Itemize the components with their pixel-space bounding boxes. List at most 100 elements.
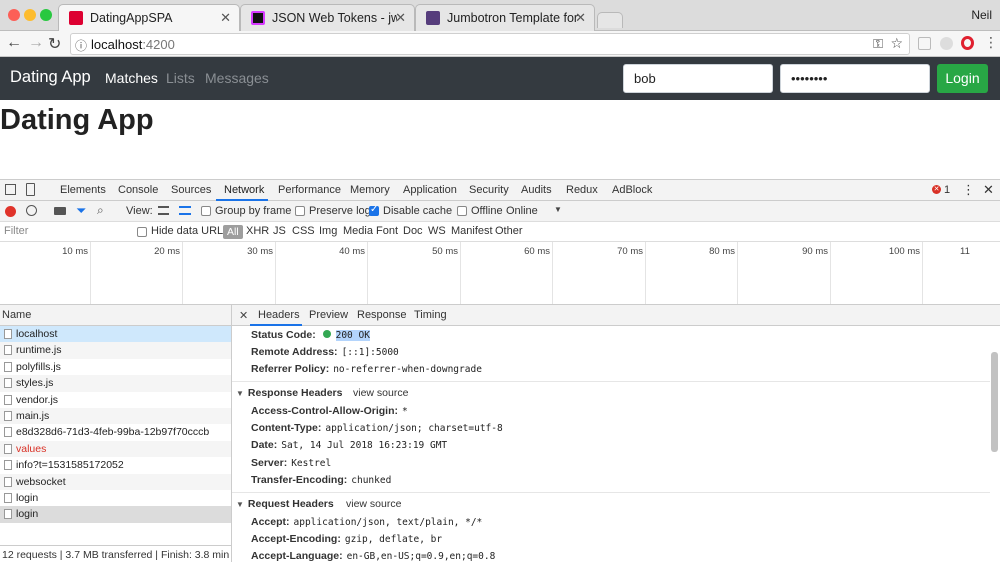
filter-type-doc[interactable]: Doc — [403, 225, 423, 237]
request-list[interactable]: localhost runtime.js polyfills.js styles.js… — [0, 326, 232, 545]
filter-type-js[interactable]: JS — [273, 225, 286, 237]
tab-elements[interactable]: Elements — [60, 184, 106, 196]
request-row[interactable]: localhost — [0, 326, 231, 343]
tab-application[interactable]: Application — [403, 184, 457, 196]
request-row[interactable]: e8d328d6-71d3-4feb-99ba-12b97f70cccb — [0, 424, 231, 441]
camera-icon[interactable] — [54, 207, 66, 215]
tab-adblock[interactable]: AdBlock — [612, 184, 652, 196]
tab-preview[interactable]: Preview — [309, 309, 348, 321]
opera-icon[interactable] — [961, 36, 974, 50]
filter-type-css[interactable]: CSS — [292, 225, 315, 237]
request-row[interactable]: main.js — [0, 408, 231, 425]
expand-triangle-icon[interactable]: ▼ — [236, 500, 244, 509]
bookmark-star-icon[interactable]: ☆ — [890, 35, 903, 52]
response-headers-section[interactable]: ▼ Response Headers — [236, 387, 342, 399]
tab-memory[interactable]: Memory — [350, 184, 390, 196]
tab-response[interactable]: Response — [357, 309, 407, 321]
tab-sources[interactable]: Sources — [171, 184, 211, 196]
inspect-element-icon[interactable] — [5, 184, 16, 195]
tab-timing[interactable]: Timing — [414, 309, 447, 321]
login-button[interactable]: Login — [937, 64, 988, 93]
request-view-source-link[interactable]: view source — [346, 498, 401, 510]
close-window-button[interactable] — [8, 9, 20, 21]
nav-link-messages[interactable]: Messages — [205, 70, 269, 86]
tab-redux[interactable]: Redux — [566, 184, 598, 196]
new-tab-button[interactable] — [597, 12, 623, 28]
name-column-header[interactable]: Name — [2, 309, 31, 321]
tab-performance[interactable]: Performance — [278, 184, 341, 196]
devtools-menu-icon[interactable]: ⋮ — [962, 182, 975, 198]
extension-icon[interactable] — [940, 37, 953, 50]
group-by-frame-checkbox[interactable] — [201, 206, 211, 216]
nav-link-matches[interactable]: Matches — [105, 70, 158, 86]
preserve-log-checkbox[interactable] — [295, 206, 305, 216]
close-tab-icon[interactable]: ✕ — [575, 10, 586, 26]
disable-cache-checkbox[interactable] — [369, 204, 379, 216]
clear-icon[interactable] — [26, 205, 37, 216]
hide-data-urls-checkbox[interactable] — [137, 227, 147, 237]
close-tab-icon[interactable]: ✕ — [395, 10, 406, 26]
address-bar[interactable]: ⓘ localhost:4200 ⚿ ☆ — [70, 33, 910, 55]
large-rows-icon[interactable] — [158, 206, 169, 215]
extension-icon[interactable] — [918, 37, 931, 50]
request-row[interactable]: polyfills.js — [0, 358, 231, 376]
filter-type-img[interactable]: Img — [319, 225, 337, 237]
maximize-window-button[interactable] — [40, 9, 52, 21]
tab-audits[interactable]: Audits — [521, 184, 552, 196]
profile-name[interactable]: Neil — [971, 8, 992, 22]
offline-checkbox[interactable] — [457, 206, 467, 216]
tab-console[interactable]: Console — [118, 184, 158, 196]
reload-icon[interactable]: ↻ — [48, 34, 61, 54]
network-overview-timeline[interactable]: 10 ms 20 ms 30 ms 40 ms 50 ms 60 ms 70 m… — [0, 242, 1000, 305]
filter-type-ws[interactable]: WS — [428, 225, 446, 237]
request-row[interactable]: styles.js — [0, 375, 231, 392]
browser-tab[interactable]: DatingAppSPA ✕ — [58, 4, 240, 31]
waterfall-icon[interactable] — [179, 206, 191, 215]
response-view-source-link[interactable]: view source — [353, 387, 408, 399]
filter-icon[interactable]: ⏷ — [76, 203, 86, 219]
filter-input[interactable]: Filter — [4, 225, 28, 237]
close-tab-icon[interactable]: ✕ — [220, 10, 231, 26]
key-icon[interactable]: ⚿ — [873, 36, 883, 52]
close-detail-icon[interactable]: ✕ — [239, 309, 248, 322]
request-list-header[interactable]: Name — [0, 305, 232, 326]
tab-network[interactable]: Network — [224, 184, 264, 196]
nav-link-lists[interactable]: Lists — [166, 70, 195, 86]
filter-type-xhr[interactable]: XHR — [246, 225, 269, 237]
tab-security[interactable]: Security — [469, 184, 509, 196]
close-devtools-icon[interactable]: ✕ — [983, 182, 994, 198]
throttling-select[interactable]: Online — [506, 205, 538, 217]
request-headers-section[interactable]: ▼ Request Headers — [236, 498, 334, 510]
chevron-down-icon[interactable]: ▼ — [554, 205, 562, 214]
search-icon[interactable]: ⌕ — [97, 203, 104, 218]
error-icon[interactable]: ✕ — [932, 185, 941, 194]
browser-tab[interactable]: Jumbotron Template for Boots ✕ — [415, 4, 595, 31]
info-icon[interactable]: ⓘ — [75, 37, 87, 54]
minimize-window-button[interactable] — [24, 9, 36, 21]
detail-scrollbar[interactable] — [991, 352, 998, 452]
username-input[interactable]: bob — [623, 64, 773, 93]
record-icon[interactable] — [5, 206, 16, 217]
device-toolbar-icon[interactable] — [26, 183, 35, 196]
request-row[interactable]: websocket — [0, 473, 231, 490]
filter-type-all[interactable]: All — [223, 225, 243, 239]
request-row[interactable]: login — [0, 506, 231, 523]
app-brand[interactable]: Dating App — [10, 68, 91, 87]
request-row[interactable]: login — [0, 490, 231, 507]
expand-triangle-icon[interactable]: ▼ — [236, 389, 244, 398]
password-input[interactable]: •••••••• — [780, 64, 930, 93]
request-row[interactable]: values — [0, 440, 231, 458]
filter-type-font[interactable]: Font — [376, 225, 398, 237]
filter-type-other[interactable]: Other — [495, 225, 523, 237]
menu-icon[interactable]: ⋮ — [984, 34, 998, 51]
error-count[interactable]: 1 — [944, 184, 950, 196]
request-row[interactable]: vendor.js — [0, 391, 231, 408]
request-row[interactable]: runtime.js — [0, 342, 231, 359]
filter-type-manifest[interactable]: Manifest — [451, 225, 493, 237]
request-row[interactable]: info?t=1531585172052 — [0, 457, 231, 474]
forward-icon[interactable]: → — [28, 34, 44, 52]
tab-headers[interactable]: Headers — [258, 309, 300, 321]
back-icon[interactable]: ← — [6, 34, 22, 52]
browser-tab[interactable]: JSON Web Tokens - jwt.io ✕ — [240, 4, 415, 31]
filter-type-media[interactable]: Media — [343, 225, 373, 237]
